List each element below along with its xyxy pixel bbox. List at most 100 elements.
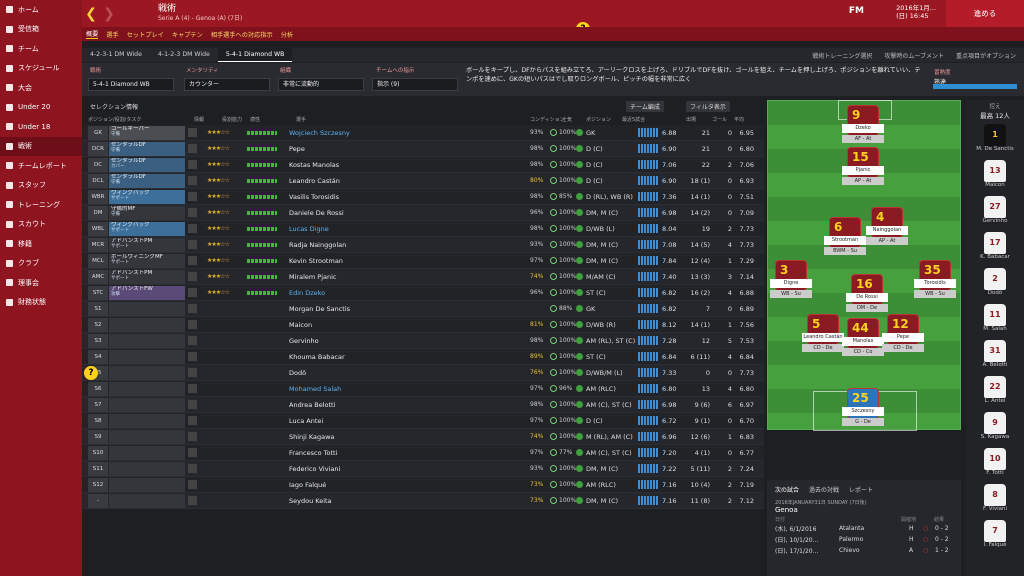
sub-player[interactable]: 7 I. Falqué [966, 520, 1024, 556]
player-name[interactable]: Khouma Babacar [289, 353, 489, 361]
info-icon[interactable] [188, 432, 197, 441]
sidebar-item[interactable]: 移籍 [0, 234, 82, 254]
position-cell[interactable]: MCR [88, 237, 108, 252]
tab-right-item[interactable]: 重点項目がオプション [956, 51, 1016, 60]
position-cell[interactable]: S6 [88, 381, 108, 396]
player-card[interactable]: 15 Pjanic AP - At [842, 148, 884, 185]
player-name[interactable]: Iago Falqué [289, 481, 489, 489]
position-cell[interactable]: DM [88, 205, 108, 220]
table-row[interactable]: S5 Dodô 76% 100% D/WB/M (L) 7.33 0 0 7.73 [82, 365, 764, 381]
player-card[interactable]: 5 Leandro Castán CD - De [802, 315, 844, 352]
position-cell[interactable]: S9 [88, 429, 108, 444]
info-icon[interactable] [188, 352, 197, 361]
tactic-tab[interactable]: 4-1-2-3 DM Wide [150, 48, 218, 62]
fm-logo[interactable]: FM [849, 6, 864, 16]
position-cell[interactable]: S2 [88, 317, 108, 332]
player-card-role[interactable]: AP - At [866, 237, 908, 245]
info-icon[interactable] [188, 336, 197, 345]
role-cell[interactable]: センタラルDF カバー [109, 157, 185, 172]
tab-right-item[interactable]: 戦術トレーニング選択 [812, 51, 872, 60]
player-name[interactable]: Edin Dzeko [289, 289, 489, 297]
fixture-row[interactable]: (水), 6/1/2016 Atalanta H ○ 0 - 2 [775, 523, 953, 534]
info-icon[interactable] [188, 128, 197, 137]
info-icon[interactable] [188, 416, 197, 425]
info-icon[interactable] [188, 256, 197, 265]
info-icon[interactable] [188, 272, 197, 281]
role-cell[interactable]: センタラルDF 守備 [109, 141, 185, 156]
sidebar-item[interactable]: 理事会 [0, 273, 82, 293]
role-cell[interactable]: センタラルDF 守備 [109, 173, 185, 188]
role-cell[interactable] [109, 301, 185, 316]
player-card-role[interactable]: BWM - Su [824, 247, 866, 255]
table-row[interactable]: GK ゴールキーパー 守備 ★★★☆☆ Wojciech Szczesny 93% 100%… [82, 125, 764, 141]
sidebar-item[interactable]: チーム [0, 39, 82, 59]
role-cell[interactable] [109, 461, 185, 476]
role-cell[interactable]: ウィングバック サポート [109, 189, 185, 204]
player-name[interactable]: Mohamed Salah [289, 385, 489, 393]
role-cell[interactable] [109, 493, 185, 508]
role-cell[interactable] [109, 349, 185, 364]
role-cell[interactable]: アドバンストPM サポート [109, 237, 185, 252]
info-icon[interactable] [188, 208, 197, 217]
player-name[interactable]: Francesco Totti [289, 449, 489, 457]
table-row[interactable]: DCR センタラルDF 守備 ★★★☆☆ Pepe 98% 100% D (C) 6.90 21 0… [82, 141, 764, 157]
submenu-item[interactable]: セットプレイ [127, 30, 164, 39]
player-name[interactable]: Lucas Digne [289, 225, 489, 233]
player-name[interactable]: Federico Viviani [289, 465, 489, 473]
player-card[interactable]: 9 Dzeko AF - At [842, 106, 884, 143]
sidebar-item[interactable]: スケジュール [0, 59, 82, 79]
player-card-role[interactable]: CD - De [802, 344, 844, 352]
info-icon[interactable] [188, 160, 197, 169]
player-name[interactable]: Miralem Pjanic [289, 273, 489, 281]
selection-info-button[interactable]: セレクション情報 [90, 102, 138, 111]
sub-player[interactable]: 10 F. Totti [966, 448, 1024, 484]
player-card-role[interactable]: CD - Co [842, 348, 884, 356]
position-cell[interactable]: S12 [88, 477, 108, 492]
role-cell[interactable] [109, 477, 185, 492]
player-card-role[interactable]: DM - De [846, 304, 888, 312]
position-cell[interactable]: S11 [88, 461, 108, 476]
info-icon[interactable] [188, 192, 197, 201]
sidebar-item[interactable]: Under 18 [0, 117, 82, 137]
position-cell[interactable]: GK [88, 125, 108, 140]
role-cell[interactable]: 守備的MF 守備 [109, 205, 185, 220]
player-name[interactable]: Andrea Belotti [289, 401, 489, 409]
player-card-role[interactable]: WB - Su [770, 290, 812, 298]
sub-player[interactable]: 17 K. Babacar [966, 232, 1024, 268]
sidebar-item[interactable]: スタッフ [0, 176, 82, 196]
table-row[interactable]: S7 Andrea Belotti 98% 100% AM (C), ST (C) 6.9… [82, 397, 764, 413]
position-cell[interactable]: AMC [88, 269, 108, 284]
table-row[interactable]: S12 Iago Falqué 73% 100% AM (RLC) 7.16 10 (4) 2… [82, 477, 764, 493]
filter-button[interactable]: フィルタ表示 [686, 100, 730, 112]
table-row[interactable]: S3 Gervinho 98% 100% AM (RL), ST (C) 7.28 12 5 7… [82, 333, 764, 349]
player-card[interactable]: 25 Szczesny G - De [842, 389, 884, 426]
role-cell[interactable]: ボールウィニングMF サポート [109, 253, 185, 268]
table-row[interactable]: S9 Shinji Kagawa 74% 100% M (RL), AM (C) 6.96… [82, 429, 764, 445]
player-name[interactable]: Pepe [289, 145, 489, 153]
player-card[interactable]: 35 Torosidis WB - Su [914, 261, 956, 298]
position-cell[interactable]: DC [88, 157, 108, 172]
info-icon[interactable] [188, 288, 197, 297]
player-name[interactable]: Luca Antei [289, 417, 489, 425]
info-icon[interactable] [188, 480, 197, 489]
info-icon[interactable] [188, 224, 197, 233]
info-icon[interactable] [188, 176, 197, 185]
table-row[interactable]: MCL ボールウィニングMF サポート ★★★☆☆ Kevin Strootman 97%… [82, 253, 764, 269]
player-name[interactable]: Maicon [289, 321, 489, 329]
info-icon[interactable] [188, 496, 197, 505]
sub-player[interactable]: 2 Dodô [966, 268, 1024, 304]
player-name[interactable]: Wojciech Szczesny [289, 129, 489, 137]
position-cell[interactable]: WBL [88, 221, 108, 236]
role-cell[interactable] [109, 381, 185, 396]
table-row[interactable]: - Seydou Keita 73% 100% DM, M (C) 7.16 11 (8) 2… [82, 493, 764, 509]
info-icon[interactable] [188, 400, 197, 409]
table-row[interactable]: S1 Morgan De Sanctis 88% GK 6.82 7 0 6.89 [82, 301, 764, 317]
help-icon-2[interactable]: ? [84, 366, 98, 380]
position-cell[interactable]: STC [88, 285, 108, 300]
submenu-item[interactable]: キャプテン [172, 30, 203, 39]
player-name[interactable]: Seydou Keita [289, 497, 489, 505]
table-row[interactable]: MCR アドバンストPM サポート ★★★☆☆ Radja Nainggolan 93% 1… [82, 237, 764, 253]
player-name[interactable]: Dodô [289, 369, 489, 377]
role-cell[interactable]: アドバンストFW 攻撃 [109, 285, 185, 300]
fixture-tab[interactable]: レポート [849, 485, 873, 494]
